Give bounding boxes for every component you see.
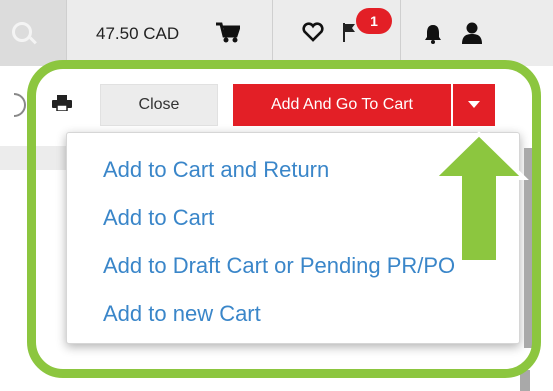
notification-badge[interactable]: 1	[356, 8, 392, 34]
bell-icon[interactable]	[424, 24, 442, 44]
top-header: 47.50 CAD 1	[0, 0, 553, 67]
user-icon[interactable]	[462, 22, 482, 44]
cart-total[interactable]: 47.50 CAD	[96, 24, 179, 44]
header-divider	[400, 0, 401, 66]
header-divider	[272, 0, 273, 66]
heart-icon[interactable]	[302, 22, 324, 42]
flag-icon[interactable]	[342, 22, 358, 42]
green-arrow-up-icon	[429, 131, 529, 264]
search-button[interactable]	[0, 0, 67, 66]
cart-icon[interactable]	[216, 22, 240, 44]
search-icon	[12, 22, 32, 42]
